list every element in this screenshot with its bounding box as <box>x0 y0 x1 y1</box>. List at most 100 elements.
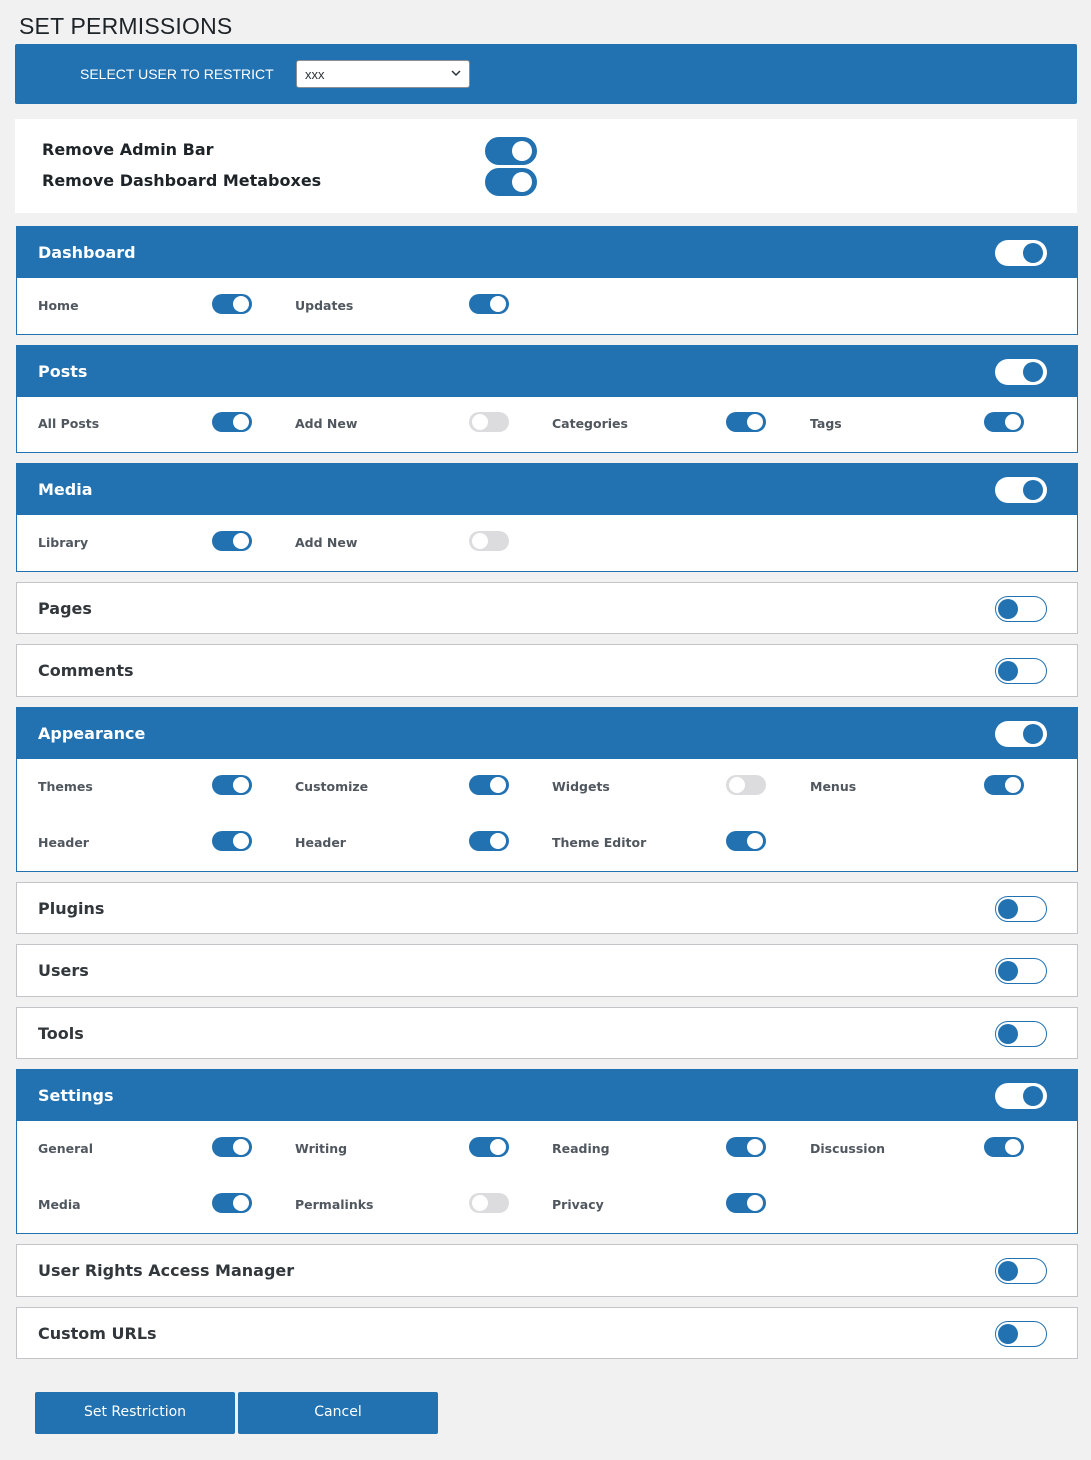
custom-urls-toggle[interactable] <box>995 1321 1047 1347</box>
perm-item-label: Header <box>295 835 346 850</box>
section-media: Media Library Add New <box>16 463 1078 572</box>
comments-toggle[interactable] <box>995 658 1047 684</box>
theme-editor-toggle[interactable] <box>726 831 766 851</box>
add-new-post-toggle[interactable] <box>469 412 509 432</box>
perm-item-label: General <box>38 1141 93 1156</box>
all-posts-toggle[interactable] <box>212 412 252 432</box>
appearance-toggle[interactable] <box>995 721 1047 747</box>
home-toggle[interactable] <box>212 294 252 314</box>
section-settings-title: Settings <box>38 1086 114 1105</box>
perm-item-general: General <box>38 1137 268 1159</box>
section-comments: Comments <box>16 644 1078 697</box>
perm-item-discussion: Discussion <box>810 1137 1040 1159</box>
perm-item-privacy: Privacy <box>552 1193 782 1215</box>
perm-item-widgets: Widgets <box>552 775 782 797</box>
perm-item-all-posts: All Posts <box>38 412 268 434</box>
perm-item-label: Media <box>38 1197 81 1212</box>
section-tools: Tools <box>16 1007 1078 1059</box>
perm-item-media-settings: Media <box>38 1193 268 1215</box>
section-plugins: Plugins <box>16 882 1078 934</box>
customize-toggle[interactable] <box>469 775 509 795</box>
header-2-toggle[interactable] <box>469 831 509 851</box>
section-users: Users <box>16 944 1078 997</box>
general-options-panel: Remove Admin Bar Remove Dashboard Metabo… <box>15 119 1077 213</box>
widgets-toggle[interactable] <box>726 775 766 795</box>
perm-item-label: Customize <box>295 779 369 794</box>
perm-item-theme-editor: Theme Editor <box>552 831 782 853</box>
perm-item-label: Writing <box>295 1141 348 1156</box>
remove-dashboard-metaboxes-toggle[interactable] <box>485 168 537 196</box>
posts-toggle[interactable] <box>995 359 1047 385</box>
perm-item-home: Home <box>38 294 268 316</box>
reading-toggle[interactable] <box>726 1137 766 1157</box>
section-custom-urls: Custom URLs <box>16 1307 1078 1359</box>
discussion-toggle[interactable] <box>984 1137 1024 1157</box>
tags-toggle[interactable] <box>984 412 1024 432</box>
media-settings-toggle[interactable] <box>212 1193 252 1213</box>
permalinks-toggle[interactable] <box>469 1193 509 1213</box>
perm-item-label: Theme Editor <box>552 835 647 850</box>
header-toggle[interactable] <box>212 831 252 851</box>
users-toggle[interactable] <box>995 958 1047 984</box>
remove-admin-bar-toggle[interactable] <box>485 137 537 165</box>
perm-item-label: Discussion <box>810 1141 886 1156</box>
updates-toggle[interactable] <box>469 294 509 314</box>
perm-item-label: Menus <box>810 779 857 794</box>
perm-item-customize: Customize <box>295 775 525 797</box>
perm-item-writing: Writing <box>295 1137 525 1159</box>
writing-toggle[interactable] <box>469 1137 509 1157</box>
dashboard-toggle[interactable] <box>995 240 1047 266</box>
perm-item-updates: Updates <box>295 294 525 316</box>
perm-item-label: Add New <box>295 535 358 550</box>
general-toggle[interactable] <box>212 1137 252 1157</box>
remove-dashboard-metaboxes-label: Remove Dashboard Metaboxes <box>42 171 322 190</box>
perm-item-label: Library <box>38 535 89 550</box>
pages-toggle[interactable] <box>995 596 1047 622</box>
remove-dashboard-metaboxes-row: Remove Dashboard Metaboxes <box>42 168 542 196</box>
plugins-toggle[interactable] <box>995 896 1047 922</box>
section-user-rights-title: User Rights Access Manager <box>38 1261 295 1280</box>
perm-item-label: All Posts <box>38 416 100 431</box>
perm-item-header-2: Header <box>295 831 525 853</box>
cancel-button[interactable]: Cancel <box>238 1392 438 1434</box>
user-select-dropdown[interactable]: xxx <box>296 60 470 88</box>
perm-item-tags: Tags <box>810 412 1040 434</box>
library-toggle[interactable] <box>212 531 252 551</box>
perm-item-header: Header <box>38 831 268 853</box>
perm-item-label: Permalinks <box>295 1197 374 1212</box>
perm-item-label: Tags <box>810 416 842 431</box>
perm-item-label: Widgets <box>552 779 610 794</box>
section-settings: Settings General Writing Reading Discuss… <box>16 1069 1078 1234</box>
media-toggle[interactable] <box>995 477 1047 503</box>
section-appearance: Appearance Themes Customize Widgets Menu… <box>16 707 1078 872</box>
perm-item-add-new-media: Add New <box>295 531 525 553</box>
remove-admin-bar-row: Remove Admin Bar <box>42 137 542 165</box>
menus-toggle[interactable] <box>984 775 1024 795</box>
section-media-header: Media <box>17 464 1077 515</box>
user-rights-toggle[interactable] <box>995 1258 1047 1284</box>
categories-toggle[interactable] <box>726 412 766 432</box>
section-posts: Posts All Posts Add New Categories Tags <box>16 345 1078 453</box>
page-title: SET PERMISSIONS <box>19 13 233 39</box>
section-dashboard: Dashboard Home Updates <box>16 226 1078 335</box>
set-restriction-button[interactable]: Set Restriction <box>35 1392 235 1434</box>
perm-item-label: Categories <box>552 416 628 431</box>
section-posts-header: Posts <box>17 346 1077 397</box>
tools-toggle[interactable] <box>995 1021 1047 1047</box>
privacy-toggle[interactable] <box>726 1193 766 1213</box>
chevron-down-icon <box>451 70 461 77</box>
perm-item-library: Library <box>38 531 268 553</box>
remove-admin-bar-label: Remove Admin Bar <box>42 140 214 159</box>
section-custom-urls-title: Custom URLs <box>38 1324 157 1343</box>
perm-item-label: Home <box>38 298 79 313</box>
section-comments-title: Comments <box>38 661 134 680</box>
section-pages-title: Pages <box>38 599 92 618</box>
perm-item-reading: Reading <box>552 1137 782 1159</box>
settings-toggle[interactable] <box>995 1083 1047 1109</box>
section-dashboard-header: Dashboard <box>17 227 1077 278</box>
add-new-media-toggle[interactable] <box>469 531 509 551</box>
themes-toggle[interactable] <box>212 775 252 795</box>
user-select-label: SELECT USER TO RESTRICT <box>80 66 274 82</box>
perm-item-label: Updates <box>295 298 354 313</box>
section-posts-title: Posts <box>38 362 88 381</box>
